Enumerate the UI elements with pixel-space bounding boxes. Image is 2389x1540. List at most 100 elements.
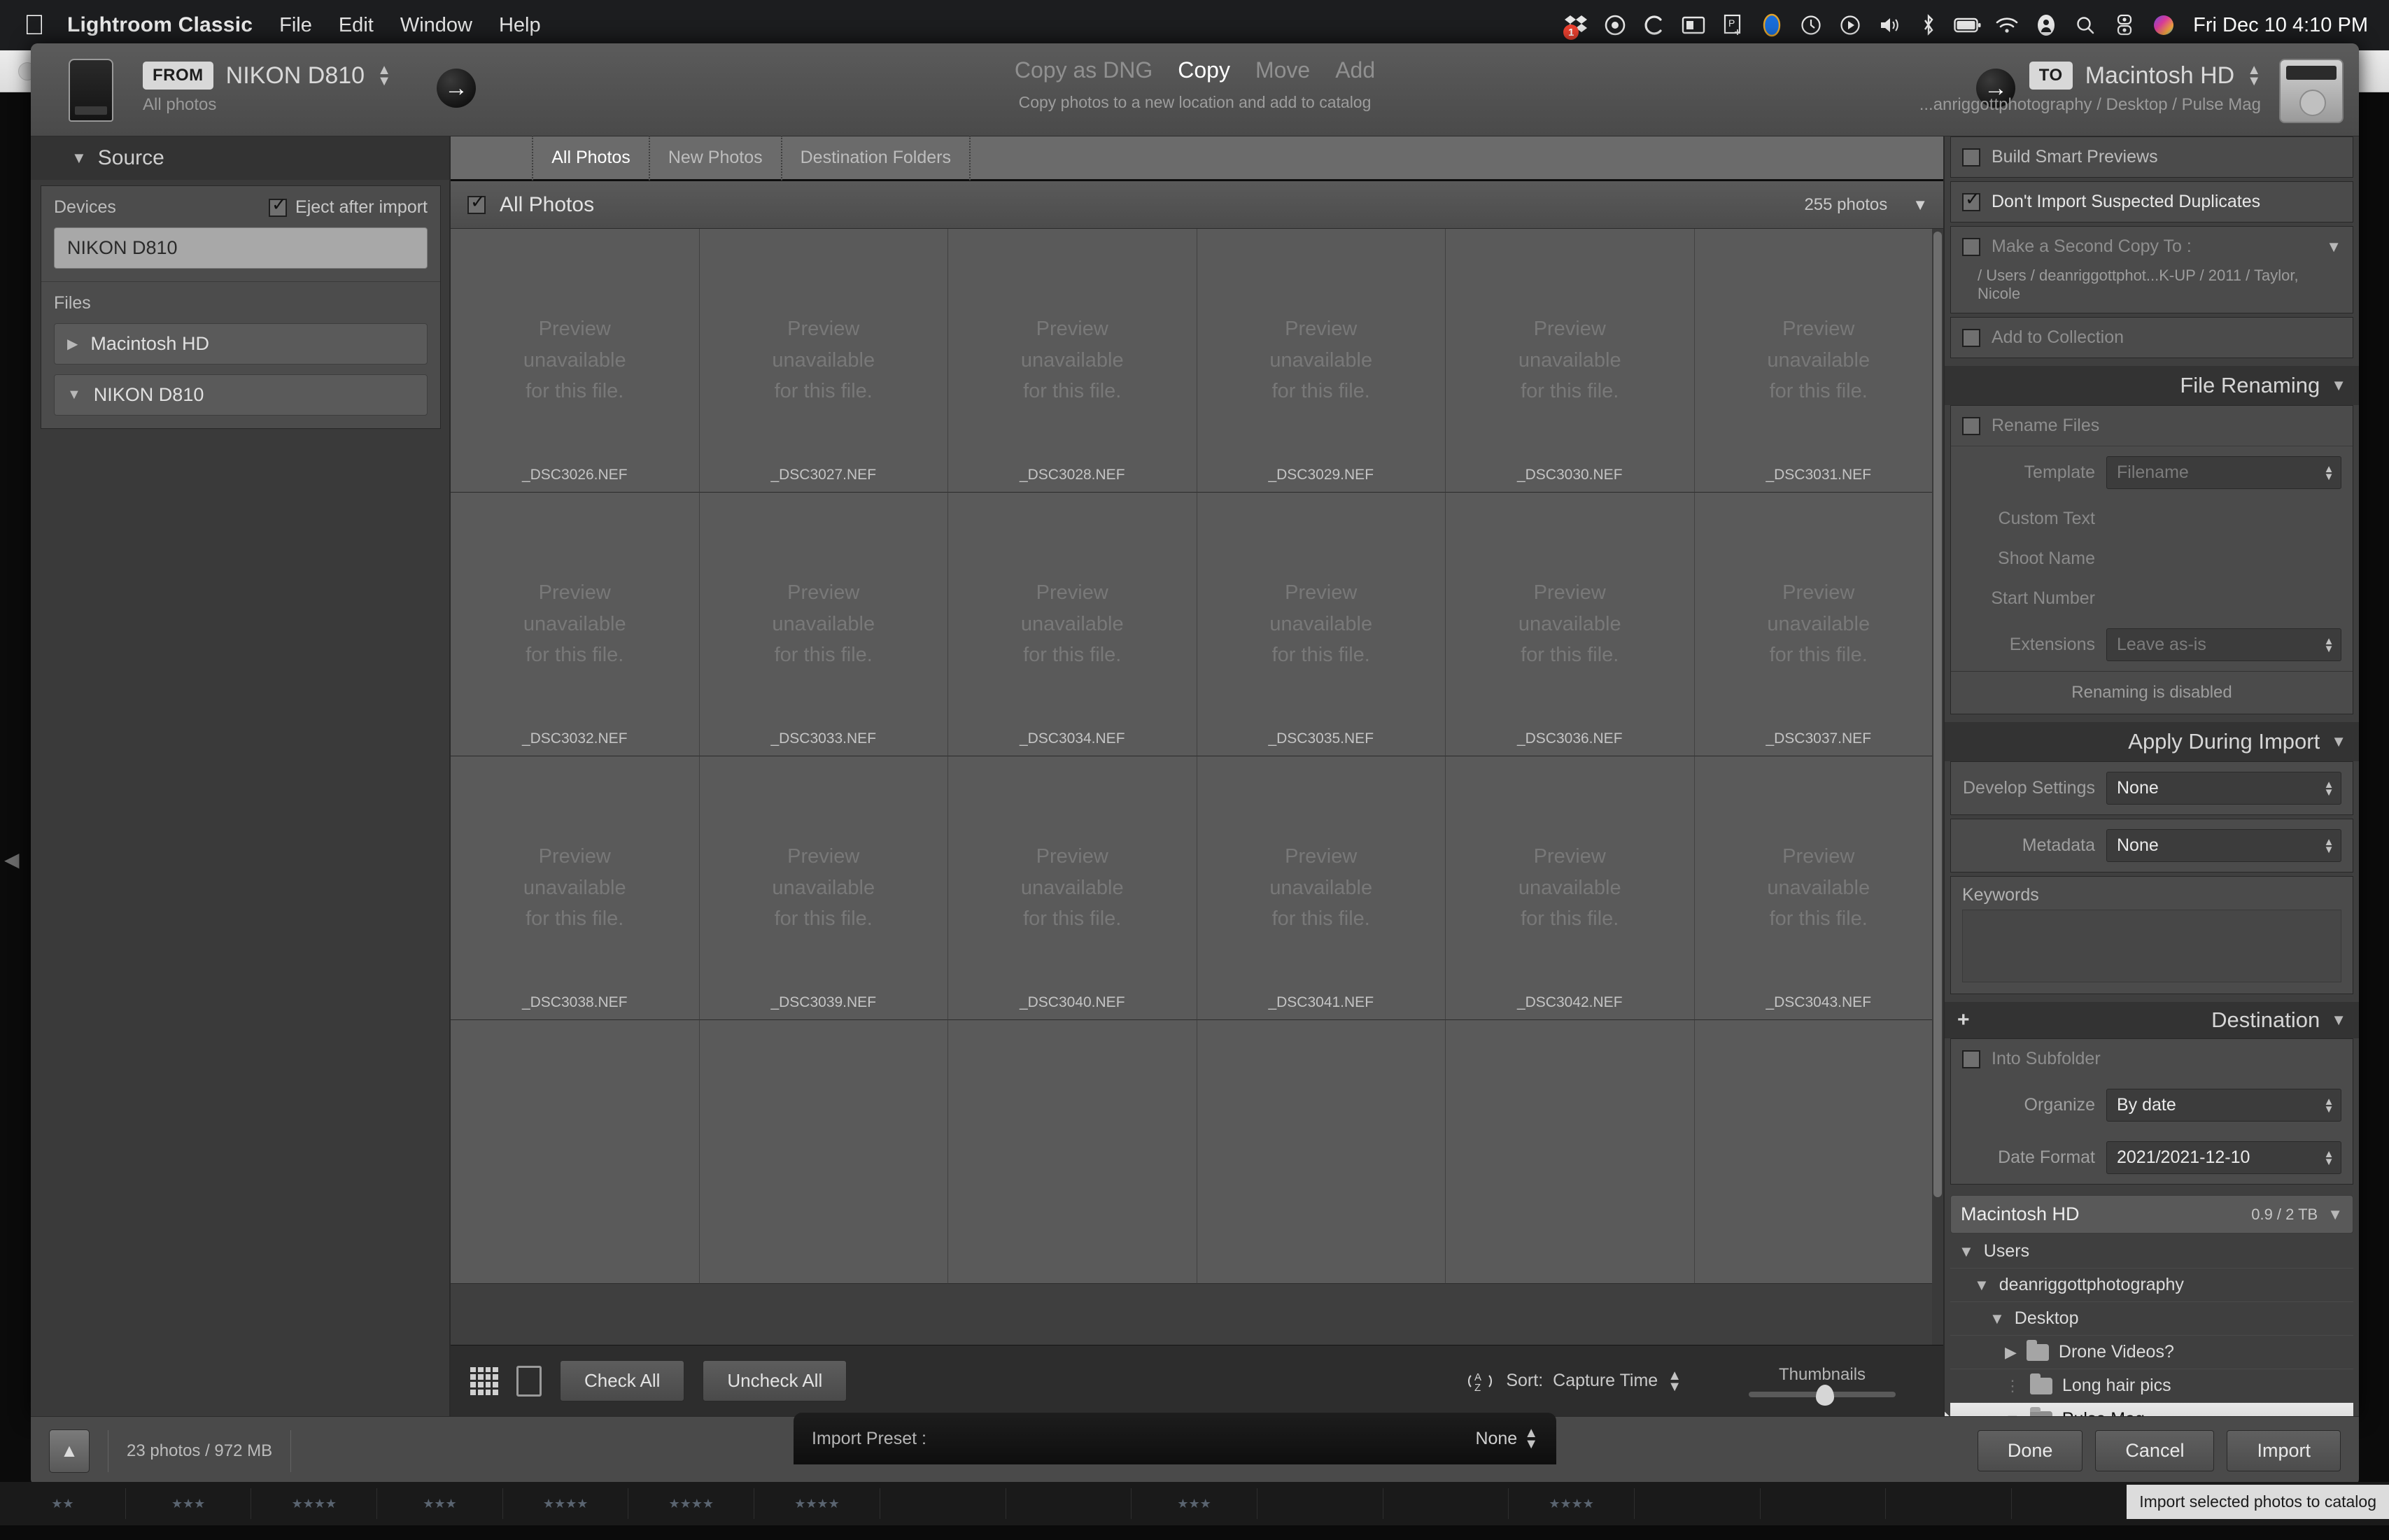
select-all-checkbox[interactable]: [467, 191, 486, 214]
into-subfolder-checkbox[interactable]: [1962, 1050, 1980, 1068]
filmstrip-cell[interactable]: ★★★★: [503, 1488, 629, 1519]
spotlight-search-icon[interactable]: [2066, 9, 2105, 41]
thumbnail-cell[interactable]: Preview unavailable for this file. _DSC3026…: [451, 229, 700, 493]
filmstrip-cell[interactable]: ★★★★: [754, 1488, 880, 1519]
wifi-icon[interactable]: [1987, 9, 2027, 41]
chevron-down-icon[interactable]: ▼: [1974, 1276, 1989, 1294]
cancel-button[interactable]: Cancel: [2095, 1430, 2215, 1471]
stepper-icon[interactable]: ▲ ▼: [1524, 1426, 1538, 1451]
menu-item-edit[interactable]: Edit: [339, 14, 374, 37]
panel-collapse-arrow-left-icon[interactable]: ◀: [4, 848, 20, 871]
thumbnail-cell[interactable]: Preview unavailable for this file. _DSC3042…: [1446, 756, 1695, 1020]
dropbox-icon[interactable]: 1: [1556, 9, 1595, 41]
onepassword-icon[interactable]: [1595, 9, 1635, 41]
folder-tree-row[interactable]: ▼ Desktop: [1950, 1302, 2353, 1336]
stepper-icon[interactable]: ▲ ▼: [2321, 464, 2337, 482]
thumbnail-cell[interactable]: Preview unavailable for this file. _DSC3036…: [1446, 493, 1695, 756]
extensions-select[interactable]: Leave as-is ▲ ▼: [2106, 628, 2341, 661]
thumbnail-size-slider-handle[interactable]: [1816, 1384, 1834, 1406]
mode-copy[interactable]: Copy: [1178, 57, 1230, 83]
destination-section-header[interactable]: + Destination ▼: [1945, 1002, 2359, 1038]
destination-volume-row[interactable]: Macintosh HD 0.9 / 2 TB ▼: [1950, 1195, 2353, 1234]
grid-scrollbar-thumb[interactable]: [1933, 232, 1942, 1197]
thumbnail-cell[interactable]: [699, 1020, 948, 1284]
develop-settings-select[interactable]: None ▲ ▼: [2106, 772, 2341, 805]
destination-selector[interactable]: TO Macintosh HD ▲ ▼ ...anriggottphotograp…: [1919, 62, 2261, 115]
chrome-icon[interactable]: [1635, 9, 1674, 41]
filmstrip-cell[interactable]: ★★: [0, 1488, 126, 1519]
battery-icon[interactable]: [1948, 9, 1987, 41]
import-preset-bar[interactable]: Import Preset : None ▲ ▼: [794, 1413, 1556, 1464]
thumbnail-cell[interactable]: [451, 1020, 700, 1284]
done-button[interactable]: Done: [1977, 1430, 2083, 1471]
siri-icon[interactable]: [2144, 9, 2183, 41]
chevron-down-icon[interactable]: ▼: [2331, 733, 2346, 751]
thumbnail-cell[interactable]: Preview unavailable for this file. _DSC3031…: [1694, 229, 1943, 493]
thumbnail-cell[interactable]: Preview unavailable for this file. _DSC3029…: [1197, 229, 1446, 493]
filmstrip-cell[interactable]: [880, 1488, 1006, 1519]
stepper-icon[interactable]: ▲ ▼: [2321, 1096, 2337, 1115]
option-make-second-copy[interactable]: Make a Second Copy To : ▼ / Users / dean…: [1950, 226, 2353, 313]
chevron-right-icon[interactable]: ▶: [67, 335, 78, 353]
timemachine-icon[interactable]: [1791, 9, 1831, 41]
stepper-icon[interactable]: ▲ ▼: [2321, 636, 2337, 654]
stepper-icon[interactable]: ▲ ▼: [2321, 1149, 2337, 1167]
template-select[interactable]: Filename ▲ ▼: [2106, 456, 2341, 489]
user-account-icon[interactable]: [2027, 9, 2066, 41]
source-device-item[interactable]: NIKON D810: [54, 227, 428, 269]
check-all-button[interactable]: Check All: [560, 1360, 685, 1401]
folder-tree-row[interactable]: ▼ Users: [1950, 1235, 2353, 1269]
tab-new-photos[interactable]: New Photos: [648, 135, 781, 181]
chevron-down-icon[interactable]: ▼: [2331, 376, 2346, 395]
thumbnail-cell[interactable]: Preview unavailable for this file. _DSC3032…: [451, 493, 700, 756]
thumbnail-cell[interactable]: Preview unavailable for this file. _DSC3039…: [699, 756, 948, 1020]
menu-item-window[interactable]: Window: [400, 14, 472, 37]
disclosure-placeholder-icon[interactable]: ⋮: [2005, 1377, 2020, 1395]
folder-tree-row[interactable]: ▶ Drone Videos?: [1950, 1336, 2353, 1369]
chevron-right-icon[interactable]: ▶: [2005, 1343, 2017, 1362]
source-file-item-macintosh-hd[interactable]: ▶ Macintosh HD: [54, 323, 428, 365]
loupe-view-icon[interactable]: [516, 1365, 542, 1397]
chevron-down-icon[interactable]: ▼: [2327, 1206, 2343, 1224]
filmstrip-cell[interactable]: ★★★★: [251, 1488, 378, 1519]
make-second-copy-checkbox[interactable]: [1962, 237, 1980, 256]
option-add-to-collection[interactable]: Add to Collection: [1950, 317, 2353, 358]
thumbnail-cell[interactable]: Preview unavailable for this file. _DSC3038…: [451, 756, 700, 1020]
thumbnail-cell[interactable]: Preview unavailable for this file. _DSC3030…: [1446, 229, 1695, 493]
source-panel-header[interactable]: ▼ Source: [31, 136, 449, 180]
thumbnail-cell[interactable]: Preview unavailable for this file. _DSC3040…: [948, 756, 1197, 1020]
thumbnail-size-control[interactable]: Thumbnails: [1749, 1365, 1896, 1406]
filmstrip-cell[interactable]: ★★★: [1132, 1488, 1257, 1519]
thumbnail-cell[interactable]: Preview unavailable for this file. _DSC3035…: [1197, 493, 1446, 756]
thumbnail-size-slider[interactable]: [1749, 1384, 1896, 1406]
play-icon[interactable]: [1831, 9, 1870, 41]
menu-item-file[interactable]: File: [279, 14, 312, 37]
keywords-input[interactable]: [1962, 910, 2341, 982]
tab-all-photos[interactable]: All Photos: [532, 135, 649, 181]
uncheck-all-button[interactable]: Uncheck All: [703, 1360, 847, 1401]
destination-volume-name[interactable]: Macintosh HD: [2085, 62, 2235, 90]
filmstrip-cell[interactable]: ★★★★: [628, 1488, 755, 1519]
add-preset-icon[interactable]: +: [1957, 1008, 1970, 1032]
eject-after-import-checkbox[interactable]: [269, 194, 288, 217]
menu-app-name[interactable]: Lightroom Classic: [67, 13, 253, 37]
rename-files-checkbox[interactable]: [1962, 416, 1980, 435]
grid-scrollbar[interactable]: [1932, 229, 1943, 1345]
eject-icon[interactable]: ▲: [49, 1429, 90, 1473]
thumbnail-cell[interactable]: [1694, 1020, 1943, 1284]
filmstrip-cell[interactable]: [1761, 1488, 1887, 1519]
sort-value[interactable]: Capture Time: [1553, 1371, 1658, 1391]
folder-tree-row[interactable]: ▼ deanriggottphotography: [1950, 1269, 2353, 1302]
chevron-down-icon[interactable]: ▼: [1959, 1243, 1974, 1261]
chevron-down-icon[interactable]: ▼: [2326, 238, 2341, 256]
thumbnail-cell[interactable]: [1446, 1020, 1695, 1284]
eject-after-import-toggle[interactable]: Eject after import: [269, 194, 428, 218]
volume-icon[interactable]: [1870, 9, 1909, 41]
import-button[interactable]: Import: [2227, 1430, 2341, 1471]
source-file-item-nikon-d810[interactable]: ▼ NIKON D810: [54, 374, 428, 416]
build-smart-previews-checkbox[interactable]: [1962, 148, 1980, 167]
chevron-down-icon[interactable]: ▼: [1989, 1310, 2005, 1328]
mode-add[interactable]: Add: [1335, 57, 1375, 83]
thumbnail-cell[interactable]: Preview unavailable for this file. _DSC3027…: [699, 229, 948, 493]
tab-destination-folders[interactable]: Destination Folders: [780, 135, 971, 181]
